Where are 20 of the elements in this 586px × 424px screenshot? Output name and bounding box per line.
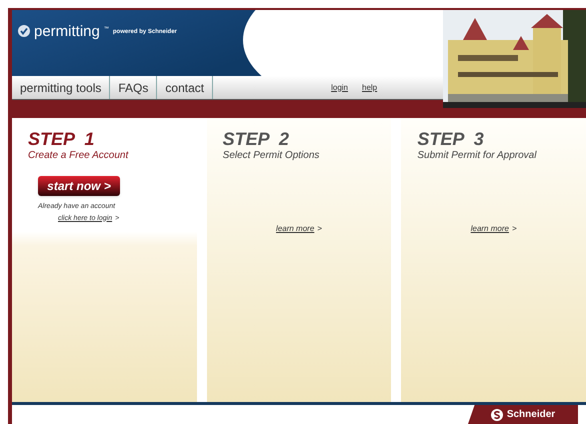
nav-tab[interactable]: permitting tools	[12, 76, 110, 99]
step-subtitle: Submit Permit for Approval	[417, 149, 538, 163]
logo-icon	[18, 25, 30, 37]
link-arrow: >	[512, 223, 517, 235]
step-title: STEP 3	[417, 130, 485, 148]
nav-tab[interactable]: FAQs	[110, 76, 158, 99]
step-title: STEP 2	[222, 130, 290, 148]
step-subtitle: Create a Free Account	[28, 149, 130, 163]
logo-text: permitting	[34, 24, 100, 39]
nav-tab[interactable]: contact	[157, 76, 214, 99]
start-button[interactable]: start now >	[38, 176, 120, 196]
learn-more-link[interactable]: learn more	[470, 223, 509, 235]
brand-logo-icon	[490, 408, 503, 420]
step-subtitle: Select Permit Options	[222, 149, 320, 163]
nav-link[interactable]: help	[362, 82, 378, 94]
nav-link[interactable]: login	[331, 82, 348, 94]
brand-name: Schneider	[506, 408, 556, 422]
step-title: STEP 1	[28, 130, 96, 148]
link-arrow: >	[317, 223, 322, 235]
learn-more-link[interactable]: learn more	[276, 223, 314, 235]
